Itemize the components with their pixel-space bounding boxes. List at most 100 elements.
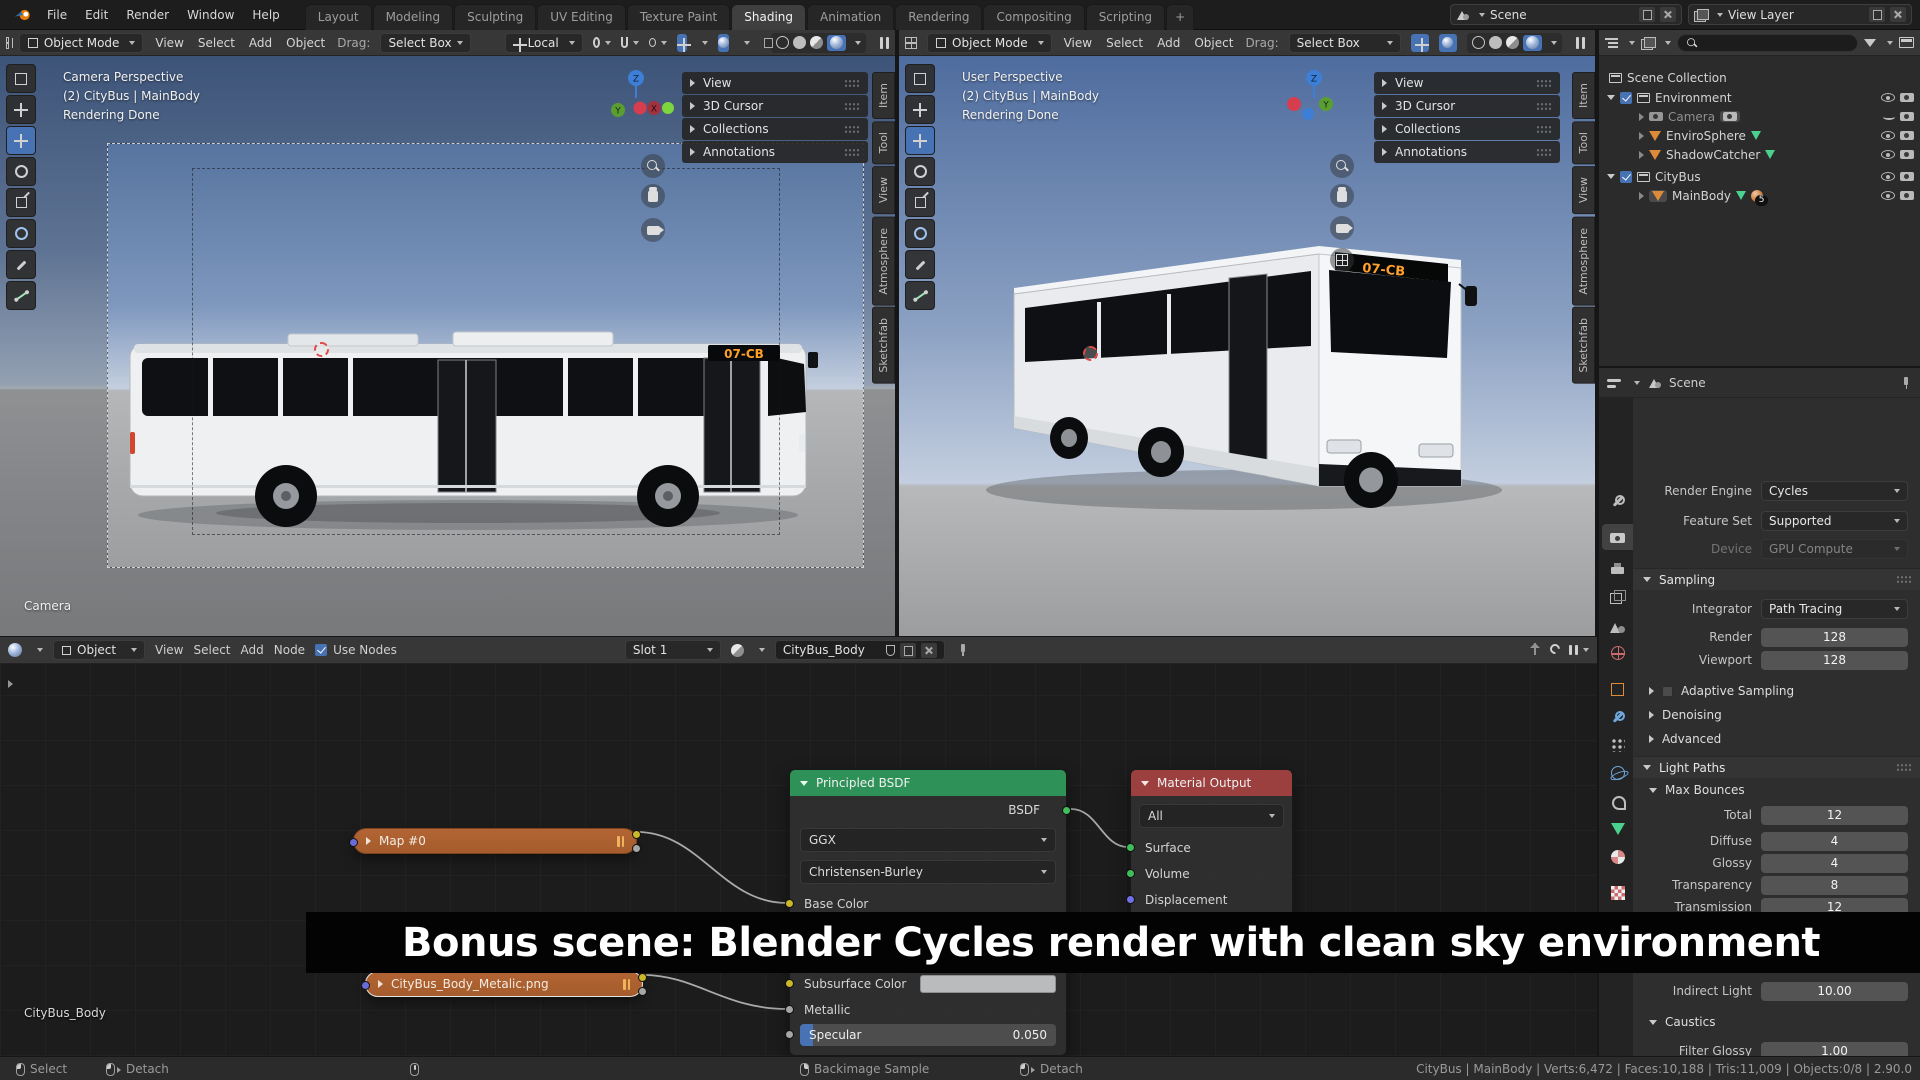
tab-rendering[interactable]: Rendering: [895, 3, 983, 30]
scene-selector[interactable]: Scene: [1450, 4, 1682, 25]
view-layer-selector[interactable]: View Layer: [1688, 4, 1912, 25]
menu-node[interactable]: Node: [274, 643, 305, 657]
input-socket-vector[interactable]: [349, 838, 358, 847]
use-nodes-toggle[interactable]: Use Nodes: [315, 643, 397, 657]
menu-edit[interactable]: Edit: [76, 4, 117, 26]
tool-cursor[interactable]: [905, 95, 935, 124]
outliner-row-camera[interactable]: Camera: [1639, 107, 1914, 126]
shading-solid-icon[interactable]: [793, 36, 806, 49]
expander-icon[interactable]: [1639, 191, 1644, 200]
tab-particles[interactable]: [1602, 732, 1633, 758]
node-canvas[interactable]: Map #0 CityBus_Body_Metalic.png Principl…: [0, 664, 1597, 1056]
tool-select-box[interactable]: [6, 64, 36, 93]
tool-transform[interactable]: [6, 219, 36, 248]
zoom-button[interactable]: [641, 154, 665, 178]
tab-uv-editing[interactable]: UV Editing: [537, 3, 626, 30]
snap-dropdown[interactable]: [620, 34, 639, 52]
tab-physics[interactable]: [1602, 760, 1633, 786]
sidebar-expand-icon[interactable]: [8, 680, 13, 688]
editor-type-icon[interactable]: [905, 36, 917, 49]
render-visibility-icon[interactable]: [1900, 112, 1914, 121]
pan-button[interactable]: [1330, 184, 1354, 208]
input-socket-base-color[interactable]: [785, 899, 794, 908]
expander-icon[interactable]: [1607, 95, 1615, 100]
camera-view-button[interactable]: [641, 218, 665, 242]
max-bounces-subpanel[interactable]: Max Bounces: [1649, 780, 1920, 800]
render-visibility-icon[interactable]: [1900, 191, 1914, 200]
unlink-scene-button[interactable]: [1660, 7, 1676, 22]
tool-cursor[interactable]: [6, 95, 36, 124]
menu-render[interactable]: Render: [117, 4, 178, 26]
output-socket-color[interactable]: [638, 973, 647, 982]
denoising-row[interactable]: Denoising: [1649, 705, 1920, 725]
tab-sketchfab[interactable]: Sketchfab: [872, 307, 895, 384]
indirect-light-field[interactable]: 10.00: [1761, 981, 1908, 1001]
caustics-subpanel[interactable]: Caustics: [1649, 1012, 1920, 1032]
tab-layout[interactable]: Layout: [304, 3, 372, 30]
gizmos-toggle[interactable]: [1410, 33, 1429, 52]
tab-texture[interactable]: [1602, 880, 1633, 906]
camera-frame[interactable]: 07-CB: [107, 143, 864, 568]
overlays-toggle[interactable]: [717, 33, 729, 52]
tab-shading[interactable]: Shading: [731, 3, 806, 30]
search-input[interactable]: [1702, 36, 1849, 49]
shading-rendered-active[interactable]: [827, 34, 846, 51]
menu-view[interactable]: View: [155, 643, 183, 657]
proportional-editing-dropdown[interactable]: [648, 34, 667, 52]
output-socket-alpha[interactable]: [632, 844, 641, 853]
mode-dropdown[interactable]: Object Mode: [927, 32, 1052, 53]
fake-user-shield-icon[interactable]: [885, 644, 895, 656]
tab-item[interactable]: Item: [872, 72, 895, 120]
menu-select[interactable]: Select: [196, 34, 237, 52]
tab-constraints[interactable]: [1602, 788, 1633, 814]
tab-modeling[interactable]: Modeling: [372, 3, 454, 30]
total-bounces-field[interactable]: 12: [1761, 805, 1908, 825]
remove-view-layer-button[interactable]: [1890, 7, 1906, 22]
slot-dropdown[interactable]: Slot 1: [624, 640, 721, 660]
panel-3d-cursor[interactable]: 3D Cursor: [682, 95, 868, 117]
add-workspace-button[interactable]: +: [1166, 3, 1195, 30]
expander-icon[interactable]: [1639, 112, 1644, 121]
expander-icon[interactable]: [1639, 131, 1644, 140]
tab-world[interactable]: [1602, 640, 1633, 666]
editor-type-dropdown[interactable]: [1634, 380, 1640, 385]
hidden-eye-icon[interactable]: [1883, 114, 1895, 120]
pin-icon[interactable]: [1900, 376, 1912, 389]
hide-eye-icon[interactable]: [1881, 191, 1895, 200]
collection-checkbox[interactable]: [1620, 170, 1632, 183]
menu-select[interactable]: Select: [1104, 34, 1145, 52]
node-header[interactable]: Material Output: [1131, 770, 1292, 796]
unlink-material-button[interactable]: [920, 642, 937, 658]
menu-add[interactable]: Add: [247, 34, 274, 52]
device-dropdown[interactable]: GPU Compute: [1761, 539, 1908, 559]
tab-render[interactable]: [1602, 524, 1633, 550]
material-name-field[interactable]: CityBus_Body: [774, 640, 945, 660]
tab-scripting[interactable]: Scripting: [1085, 3, 1166, 30]
new-collection-button[interactable]: [1899, 37, 1914, 48]
light-paths-panel-header[interactable]: Light Paths: [1633, 756, 1920, 778]
pause-icon[interactable]: [1575, 36, 1585, 49]
tab-modifiers[interactable]: [1602, 704, 1633, 730]
menu-view[interactable]: View: [1062, 34, 1094, 52]
tool-rotate[interactable]: [905, 157, 935, 186]
input-socket-metallic[interactable]: [785, 1005, 794, 1014]
specular-slider[interactable]: Specular 0.050: [800, 1024, 1056, 1046]
tool-select-box[interactable]: [905, 64, 935, 93]
hide-eye-icon[interactable]: [1881, 131, 1895, 140]
input-socket-displacement[interactable]: [1126, 895, 1135, 904]
tool-scale[interactable]: [905, 188, 935, 217]
distribution-dropdown[interactable]: GGX: [800, 828, 1056, 852]
tab-view-layer[interactable]: [1602, 584, 1633, 610]
xray-toggle[interactable]: [759, 35, 777, 50]
diffuse-bounces-field[interactable]: 4: [1761, 831, 1908, 851]
render-visibility-icon[interactable]: [1900, 131, 1914, 140]
tab-tool[interactable]: Tool: [872, 121, 895, 165]
tool-move[interactable]: [6, 126, 36, 155]
navigation-gizmo[interactable]: Z Y X: [596, 68, 676, 132]
tab-tool[interactable]: Tool: [1572, 121, 1595, 165]
integrator-dropdown[interactable]: Path Tracing: [1761, 599, 1908, 619]
outliner-row-envirosphere[interactable]: EnviroSphere: [1639, 126, 1914, 145]
shading-material-icon[interactable]: [810, 36, 823, 49]
adaptive-sampling-row[interactable]: Adaptive Sampling: [1649, 681, 1920, 701]
select-tool-dropdown[interactable]: Select Box: [1288, 32, 1401, 53]
